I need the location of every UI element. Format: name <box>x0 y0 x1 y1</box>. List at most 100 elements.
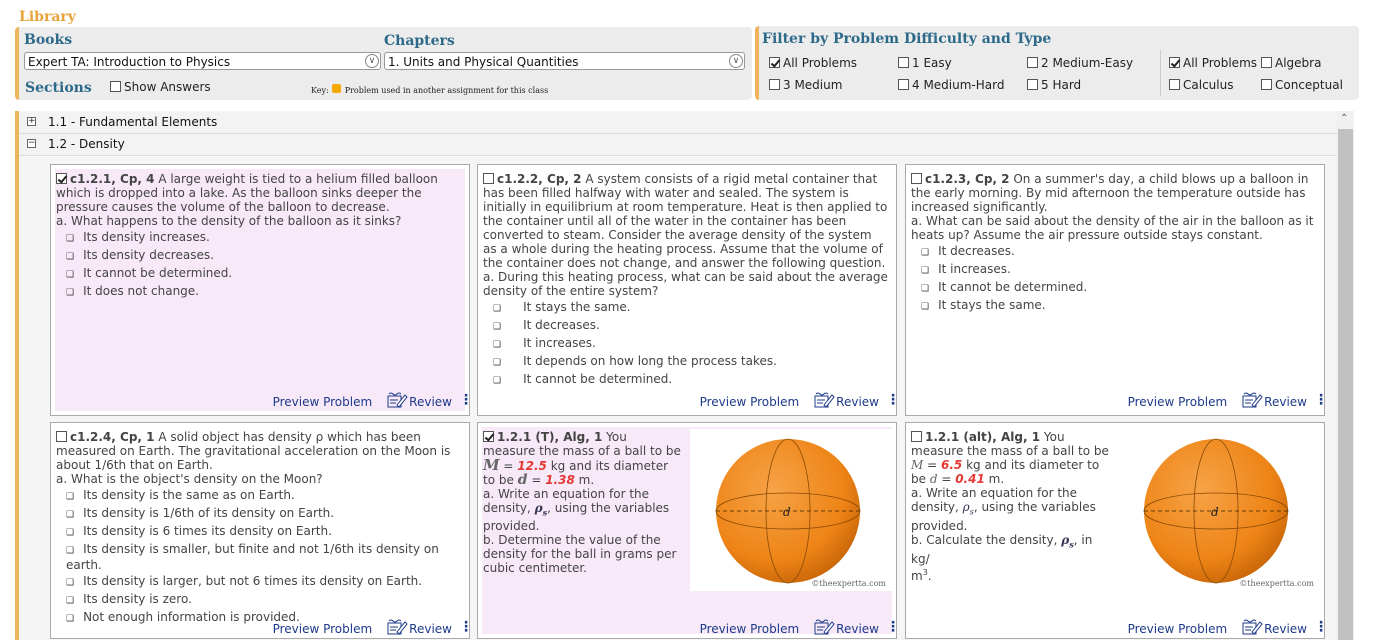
scrollbar-thumb[interactable] <box>1338 129 1353 640</box>
checkbox[interactable] <box>1027 57 1038 68</box>
select-problem-checkbox[interactable] <box>56 431 67 442</box>
chapters-label: Chapters <box>384 33 455 49</box>
filter-difficulty-2[interactable]: 2 Medium-Easy <box>1027 56 1133 70</box>
checkbox[interactable] <box>1261 57 1272 68</box>
review-icon[interactable] <box>813 618 835 636</box>
diameter-value: 0.41 <box>955 472 985 486</box>
more-options-icon[interactable]: ⋮ <box>1314 620 1328 634</box>
preview-problem-link[interactable]: Preview Problem <box>273 622 373 636</box>
select-problem-checkbox[interactable] <box>483 431 494 442</box>
diameter-variable: d <box>517 472 528 488</box>
answer-option: It does not change. <box>66 284 461 300</box>
filter-type-conceptual[interactable]: Conceptual <box>1261 78 1343 92</box>
scroll-up-icon[interactable]: ⌃ <box>1340 113 1348 124</box>
question: a. What is the object's density on the M… <box>56 472 323 486</box>
filter-label: Algebra <box>1275 56 1322 70</box>
review-link[interactable]: Review <box>836 395 879 409</box>
filter-difficulty-4[interactable]: 4 Medium-Hard <box>898 78 1004 92</box>
density-symbol: ρs <box>962 500 974 517</box>
review-link[interactable]: Review <box>1264 622 1307 636</box>
review-link[interactable]: Review <box>836 622 879 636</box>
answer-options: Its density is the same as on Earth. Its… <box>56 488 461 626</box>
more-options-icon[interactable]: ⋮ <box>886 620 900 634</box>
more-options-icon[interactable]: ⋮ <box>886 393 900 407</box>
show-answers-checkbox[interactable] <box>110 81 121 92</box>
chevron-down-icon[interactable]: ∨ <box>365 54 379 68</box>
filter-label: All Problems <box>783 56 858 70</box>
show-answers-toggle[interactable]: Show Answers <box>110 80 211 94</box>
filter-type-all[interactable]: All Problems <box>1169 56 1257 70</box>
mass-variable: M <box>911 458 924 472</box>
answer-option: It stays the same. <box>921 298 1316 314</box>
ball-figure: d ©theexpertta.com <box>690 429 892 591</box>
problem-statement-2: kg and its diameter to be <box>911 458 1100 486</box>
preview-problem-link[interactable]: Preview Problem <box>273 395 373 409</box>
answer-option: Its density is 1/6th of its density on E… <box>66 506 461 522</box>
checkbox[interactable] <box>769 79 780 90</box>
answer-option: It increases. <box>921 262 1316 278</box>
question: a. What happens to the density of the ba… <box>56 214 402 228</box>
preview-problem-link[interactable]: Preview Problem <box>700 622 800 636</box>
filter-label: 3 Medium <box>783 78 843 92</box>
more-options-icon[interactable]: ⋮ <box>459 393 473 407</box>
problem-id: 1.2.1 (alt), Alg, 1 <box>925 430 1041 444</box>
diameter-value: 1.38 <box>545 473 575 487</box>
review-link[interactable]: Review <box>409 622 452 636</box>
ball-figure: d ©theexpertta.com <box>1118 429 1320 591</box>
answer-option: Its density increases. <box>66 230 461 246</box>
review-icon[interactable] <box>1241 618 1263 636</box>
review-link[interactable]: Review <box>409 395 452 409</box>
problem-id: 1.2.1 (T), Alg, 1 <box>497 430 603 444</box>
review-icon[interactable] <box>813 391 835 409</box>
checkbox[interactable] <box>898 57 909 68</box>
section-row-1-2[interactable]: − 1.2 - Density <box>19 134 1337 156</box>
key-label: Key: <box>311 86 329 95</box>
filter-type-algebra[interactable]: Algebra <box>1261 56 1321 70</box>
checkbox[interactable] <box>1169 57 1180 68</box>
select-problem-checkbox[interactable] <box>911 431 922 442</box>
answer-option: Its density is zero. <box>66 592 461 608</box>
preview-problem-link[interactable]: Preview Problem <box>700 395 800 409</box>
books-select[interactable]: Expert TA: Introduction to Physics ∨ <box>24 52 381 70</box>
checkbox[interactable] <box>769 57 780 68</box>
filter-title: Filter by Problem Difficulty and Type <box>762 31 1052 47</box>
filter-difficulty-3[interactable]: 3 Medium <box>769 78 842 92</box>
card-actions: Preview Problem Review ⋮ <box>273 618 473 636</box>
filter-type-calculus[interactable]: Calculus <box>1169 78 1233 92</box>
section-label: 1.1 - Fundamental Elements <box>48 115 218 129</box>
question-b: b. Determine the value of the density fo… <box>483 533 677 576</box>
problem-text: 1.2.1 (alt), Alg, 1 You measure the mass… <box>911 430 1109 583</box>
filter-difficulty-5[interactable]: 5 Hard <box>1027 78 1081 92</box>
section-row-1-1[interactable]: + 1.1 - Fundamental Elements <box>19 112 1337 134</box>
chapters-select[interactable]: 1. Units and Physical Quantities ∨ <box>384 52 745 70</box>
select-problem-checkbox[interactable] <box>911 173 922 184</box>
answer-options: It decreases. It increases. It cannot be… <box>911 244 1316 314</box>
review-link[interactable]: Review <box>1264 395 1307 409</box>
problem-card: c1.2.1, Cp, 4 A large weight is tied to … <box>50 164 473 416</box>
card-actions: Preview Problem Review ⋮ <box>1128 618 1328 636</box>
checkbox[interactable] <box>1261 79 1272 90</box>
more-options-icon[interactable]: ⋮ <box>459 620 473 634</box>
answer-option: Its density is the same as on Earth. <box>66 488 461 504</box>
mass-value: 6.5 <box>940 458 963 472</box>
answer-options: It stays the same. It decreases. It incr… <box>483 300 888 388</box>
collapse-icon[interactable]: − <box>27 139 36 148</box>
review-icon[interactable] <box>1241 391 1263 409</box>
density-symbol: ρs <box>1061 533 1074 550</box>
select-problem-checkbox[interactable] <box>56 173 67 184</box>
filter-label: All Problems <box>1183 56 1258 70</box>
checkbox[interactable] <box>1169 79 1180 90</box>
checkbox[interactable] <box>1027 79 1038 90</box>
preview-problem-link[interactable]: Preview Problem <box>1128 395 1228 409</box>
problem-card: c1.2.4, Cp, 1 A solid object has density… <box>50 422 473 639</box>
filter-difficulty-all[interactable]: All Problems <box>769 56 857 70</box>
checkbox[interactable] <box>898 79 909 90</box>
review-icon[interactable] <box>386 618 408 636</box>
filter-difficulty-1[interactable]: 1 Easy <box>898 56 952 70</box>
more-options-icon[interactable]: ⋮ <box>1314 393 1328 407</box>
chevron-down-icon[interactable]: ∨ <box>729 54 743 68</box>
select-problem-checkbox[interactable] <box>483 173 494 184</box>
review-icon[interactable] <box>386 391 408 409</box>
expand-icon[interactable]: + <box>27 117 36 126</box>
preview-problem-link[interactable]: Preview Problem <box>1128 622 1228 636</box>
